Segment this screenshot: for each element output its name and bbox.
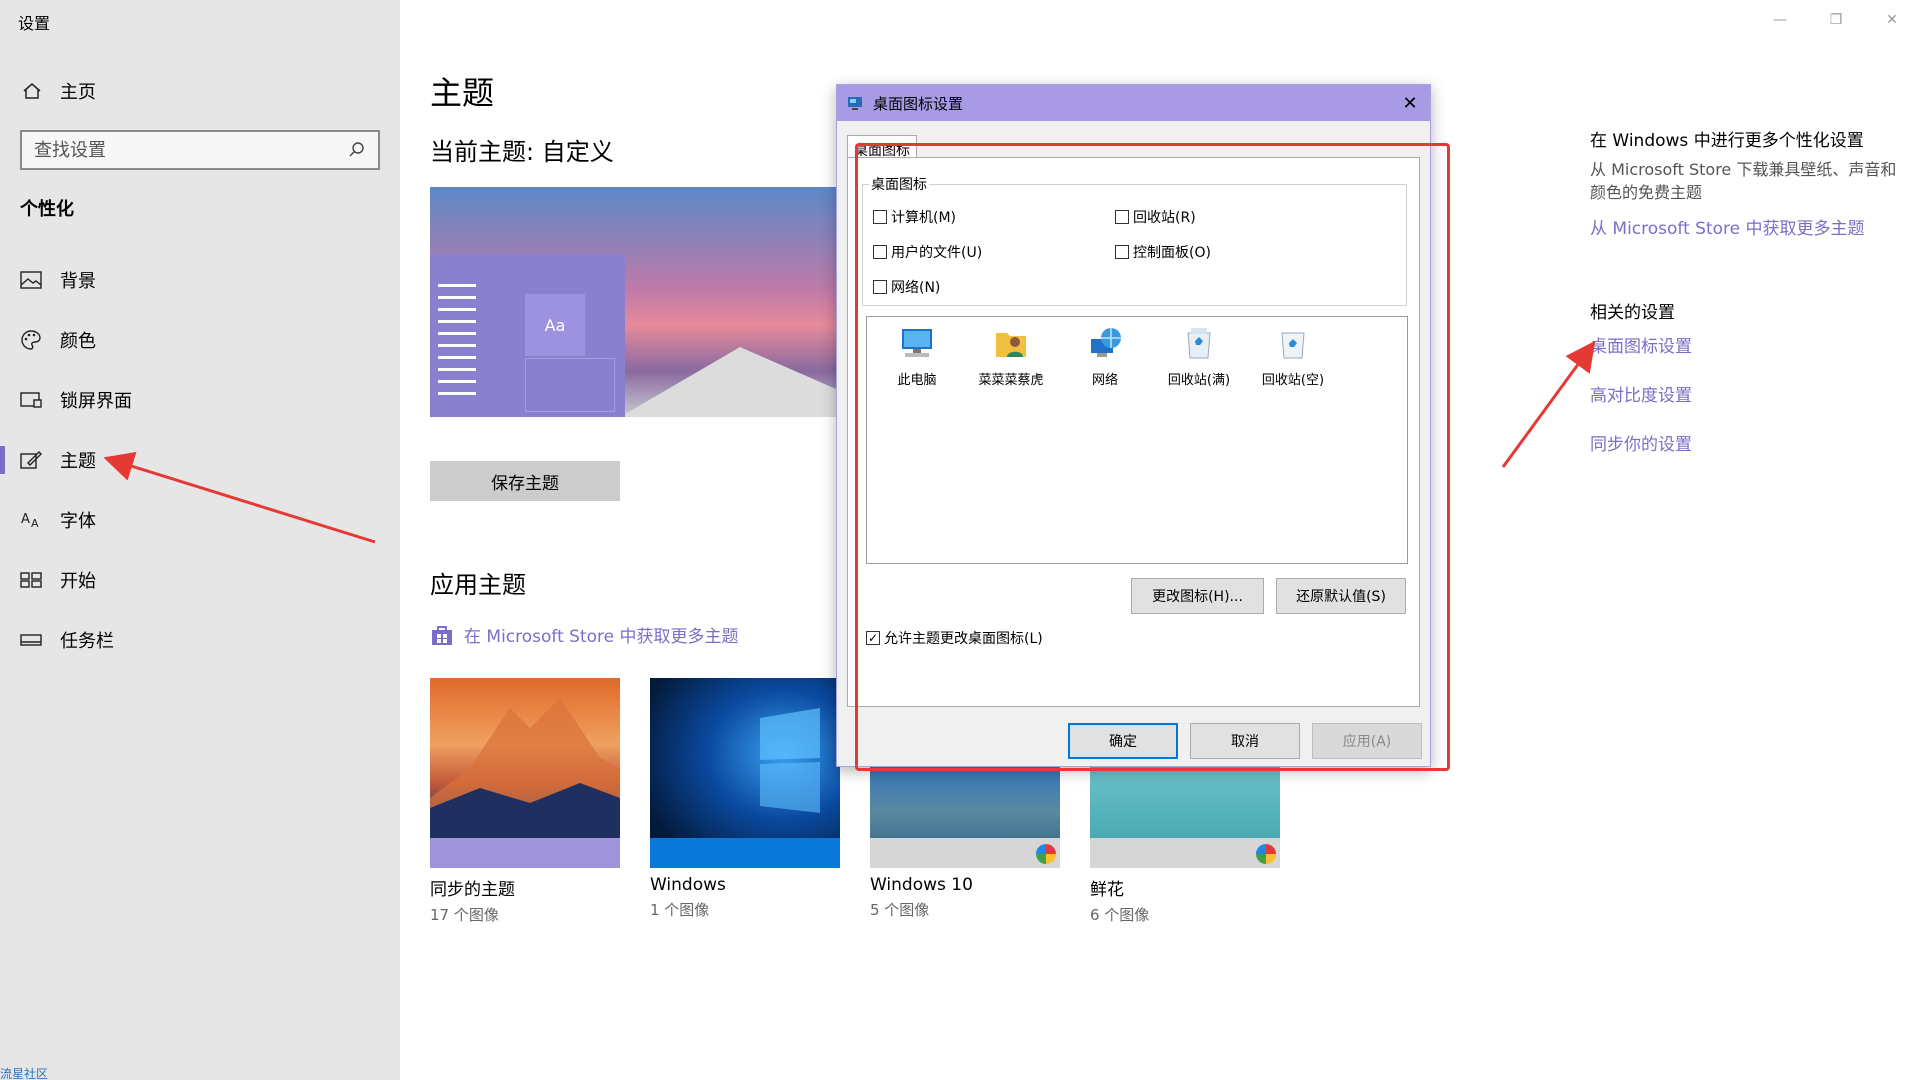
apply-theme-title: 应用主题 — [430, 571, 526, 599]
related-settings-title: 相关的设置 — [1590, 303, 1675, 323]
save-theme-button[interactable]: 保存主题 — [430, 461, 620, 501]
palette-icon — [1036, 844, 1056, 864]
font-icon: AA — [20, 509, 42, 531]
dialog-title: 桌面图标设置 — [873, 94, 964, 113]
sidebar-item-background[interactable]: 背景 — [0, 250, 400, 310]
theme-count: 5 个图像 — [870, 901, 930, 919]
theme-thumbnail — [430, 678, 620, 868]
minimize-button[interactable]: — — [1752, 0, 1808, 40]
window-title: 设置 — [18, 14, 51, 33]
search-icon[interactable] — [348, 141, 366, 159]
theme-accent-bar — [1090, 838, 1280, 868]
preview-window: Aa — [430, 254, 625, 417]
nav-list: 背景 颜色 锁屏界面 主题 AA 字体 开始 任务栏 — [0, 250, 400, 670]
restore-button[interactable]: ❐ — [1808, 0, 1864, 40]
page-title: 主题 — [430, 74, 495, 112]
sidebar-item-label: 背景 — [60, 271, 96, 292]
palette-icon — [1256, 844, 1276, 864]
theme-accent-bar — [870, 838, 1060, 868]
sidebar-item-start[interactable]: 开始 — [0, 550, 400, 610]
search-box[interactable] — [20, 130, 380, 170]
preview-tile: Aa — [525, 294, 585, 356]
annotation-highlight-frame — [855, 143, 1450, 771]
current-theme-label: 当前主题: 自定义 — [430, 138, 614, 166]
sidebar-item-colors[interactable]: 颜色 — [0, 310, 400, 370]
theme-preview: Aa — [430, 187, 865, 417]
start-icon — [20, 569, 42, 591]
preview-lines — [438, 284, 476, 404]
sidebar-item-label: 主题 — [60, 451, 96, 472]
theme-accent-bar — [430, 838, 620, 868]
theme-name: Windows 10 — [870, 875, 973, 895]
svg-text:A: A — [21, 512, 30, 527]
search-input[interactable] — [34, 139, 348, 161]
right-store-link[interactable]: 从 Microsoft Store 中获取更多主题 — [1590, 214, 1865, 239]
watermark-text: 流星社区 — [0, 1067, 49, 1080]
desktop-icon-settings-link[interactable]: 桌面图标设置 — [1590, 332, 1692, 357]
sync-settings-link[interactable]: 同步你的设置 — [1590, 430, 1692, 455]
picture-icon — [20, 269, 42, 291]
theme-brush-icon — [20, 449, 42, 471]
theme-name: 鲜花 — [1090, 880, 1124, 900]
window-controls: — ❐ ✕ — [1752, 0, 1920, 40]
right-panel-description: 从 Microsoft Store 下载兼具壁纸、声音和颜色的免费主题 — [1590, 160, 1897, 203]
preview-tile-grid — [525, 358, 615, 412]
high-contrast-link[interactable]: 高对比度设置 — [1590, 381, 1692, 406]
sidebar-item-taskbar[interactable]: 任务栏 — [0, 610, 400, 670]
preview-mountain — [620, 347, 865, 417]
sidebar-item-themes[interactable]: 主题 — [0, 430, 400, 490]
sidebar-item-label: 任务栏 — [60, 631, 114, 652]
close-button[interactable]: ✕ — [1864, 0, 1920, 40]
nav-home-label: 主页 — [60, 82, 96, 103]
right-panel-title: 在 Windows 中进行更多个性化设置 — [1590, 131, 1864, 151]
sidebar-item-label: 颜色 — [60, 331, 96, 352]
sidebar-item-label: 开始 — [60, 571, 96, 592]
sidebar-item-label: 锁屏界面 — [60, 391, 132, 412]
lockscreen-icon — [20, 389, 42, 411]
dialog-close-icon[interactable]: ✕ — [1390, 85, 1430, 121]
nav-home[interactable]: 主页 — [20, 78, 96, 104]
sidebar-item-label: 字体 — [60, 511, 96, 532]
palette-icon — [20, 329, 42, 351]
home-icon — [20, 81, 44, 101]
theme-count: 1 个图像 — [650, 901, 710, 919]
dialog-app-icon — [847, 95, 863, 111]
sidebar-item-fonts[interactable]: AA 字体 — [0, 490, 400, 550]
taskbar-icon — [20, 629, 42, 651]
theme-accent-bar — [650, 838, 840, 868]
store-link-label: 在 Microsoft Store 中获取更多主题 — [464, 627, 739, 647]
svg-text:A: A — [31, 517, 39, 529]
theme-name: Windows — [650, 875, 726, 895]
theme-card-synced[interactable]: 同步的主题 17 个图像 — [430, 678, 620, 925]
theme-count: 17 个图像 — [430, 906, 499, 924]
section-title-personalization: 个性化 — [20, 199, 74, 220]
theme-name: 同步的主题 — [430, 880, 515, 900]
settings-sidebar: 设置 主页 个性化 背景 颜色 锁屏界面 — [0, 0, 400, 1080]
theme-thumbnail — [650, 678, 840, 868]
store-themes-link[interactable]: 在 Microsoft Store 中获取更多主题 — [430, 622, 739, 647]
store-bag-icon — [430, 623, 454, 647]
theme-card-windows[interactable]: Windows 1 个图像 — [650, 678, 840, 920]
sidebar-item-lockscreen[interactable]: 锁屏界面 — [0, 370, 400, 430]
theme-count: 6 个图像 — [1090, 906, 1150, 924]
dialog-titlebar[interactable]: 桌面图标设置 ✕ — [837, 85, 1430, 121]
